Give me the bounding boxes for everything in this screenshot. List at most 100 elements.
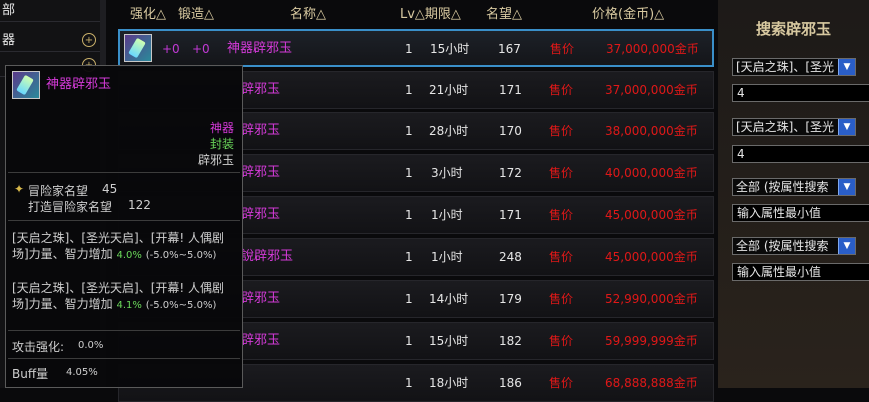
price-label: 售价 xyxy=(549,376,574,390)
item-reputation: 172 xyxy=(499,166,522,180)
option-select-2[interactable]: [天启之珠]、[圣光 ▼ xyxy=(732,118,856,136)
item-price: 45,000,000金币 xyxy=(605,208,698,222)
item-level: 1 xyxy=(405,124,413,138)
item-reputation: 179 xyxy=(499,292,522,306)
item-level: 1 xyxy=(405,334,413,348)
header-price[interactable]: 价格(金币)△ xyxy=(592,4,664,26)
item-level: 1 xyxy=(405,250,413,264)
jade-item-icon xyxy=(124,34,152,62)
option-select-value: [天启之珠]、[圣光 xyxy=(736,60,835,74)
item-price: 38,000,000金币 xyxy=(605,124,698,138)
item-name: 辟邪玉 xyxy=(241,165,281,180)
tooltip-item-type: 辟邪玉 xyxy=(197,153,234,167)
header-enhance[interactable]: 强化△ xyxy=(130,4,166,26)
item-name: 辟邪玉 xyxy=(241,123,281,138)
tooltip-forge-reputation-value: 122 xyxy=(128,198,151,212)
price-label: 售价 xyxy=(549,208,574,222)
tooltip-effect-1: [天启之珠]、[圣光天启]、[开幕! 人偶剧场]力量、智力增加 4.0% (-5… xyxy=(12,230,238,264)
zoom-in-icon[interactable]: + xyxy=(82,33,96,47)
chevron-down-icon[interactable]: ▼ xyxy=(838,59,855,75)
item-name: 辟邪玉 xyxy=(241,82,281,97)
price-label: 售价 xyxy=(549,124,574,138)
table-row[interactable]: +0 +0 神器辟邪玉 1 15小时 167 售价 37,000,000金币 xyxy=(118,29,714,67)
table-header: 强化△ 锻造△ 名称△ Lv△期限△ 名望△ 价格(金币)△ xyxy=(118,4,718,26)
tooltip-item-name: 神器辟邪玉 xyxy=(46,77,112,92)
item-level: 1 xyxy=(405,83,413,97)
item-price: 68,888,888金币 xyxy=(605,376,698,390)
tooltip-reputation-value: 45 xyxy=(102,182,118,196)
effect-range: (-5.0%~5.0%) xyxy=(145,250,217,261)
price-label: 售价 xyxy=(550,42,575,56)
buff-label: Buff量 xyxy=(12,367,49,381)
header-reputation[interactable]: 名望△ xyxy=(486,4,522,26)
enhance-value: +0 xyxy=(162,42,180,56)
item-price: 37,000,000金币 xyxy=(605,83,698,97)
item-period: 15小时 xyxy=(429,334,469,348)
item-period: 1小时 xyxy=(431,250,463,264)
tooltip-divider xyxy=(8,330,240,331)
attribute-select-1[interactable]: 全部 (按属性搜索 ▼ xyxy=(732,178,856,196)
item-period: 3小时 xyxy=(431,166,463,180)
item-period: 14小时 xyxy=(429,292,469,306)
item-name: 辟邪玉 xyxy=(241,333,281,348)
item-price: 59,999,999金币 xyxy=(605,334,698,348)
category-item-label: 部 xyxy=(2,3,16,18)
effect-percent: 4.1% xyxy=(116,300,142,311)
header-forge[interactable]: 锻造△ xyxy=(178,4,214,26)
tooltip-rarity: 神器 xyxy=(209,121,234,135)
option-select-1[interactable]: [天启之珠]、[圣光 ▼ xyxy=(732,58,856,76)
tooltip-divider xyxy=(8,220,240,221)
item-reputation: 182 xyxy=(499,334,522,348)
price-label: 售价 xyxy=(549,334,574,348)
item-reputation: 170 xyxy=(499,124,522,138)
jade-item-icon xyxy=(12,71,40,99)
chevron-down-icon[interactable]: ▼ xyxy=(838,238,855,254)
tooltip-effect-2: [天启之珠]、[圣光天启]、[开幕! 人偶剧场]力量、智力增加 4.1% (-5… xyxy=(12,280,238,314)
category-item-label: 器 xyxy=(2,33,16,48)
item-level: 1 xyxy=(405,376,413,390)
buff-value: 4.05% xyxy=(66,367,98,378)
option-select-value: [天启之珠]、[圣光 xyxy=(736,120,835,134)
attribute-select-value: 全部 (按属性搜索 xyxy=(736,180,829,194)
category-item[interactable]: 部 xyxy=(0,0,100,22)
chevron-down-icon[interactable]: ▼ xyxy=(838,119,855,135)
tooltip-reputation-label: 冒险家名望 xyxy=(28,184,89,198)
item-reputation: 167 xyxy=(498,42,521,56)
item-period: 28小时 xyxy=(429,124,469,138)
effect-percent: 4.0% xyxy=(116,250,142,261)
item-period: 15小时 xyxy=(430,42,470,56)
item-reputation: 171 xyxy=(499,208,522,222)
reputation-star-icon: ✦ xyxy=(14,182,25,196)
price-label: 售价 xyxy=(549,166,574,180)
attack-enhance-label: 攻击强化: xyxy=(12,340,65,354)
item-level: 1 xyxy=(405,166,413,180)
item-period: 18小时 xyxy=(429,376,469,390)
header-level-period[interactable]: Lv△期限△ xyxy=(400,4,461,26)
item-tooltip: 神器辟邪玉 神器 封装 辟邪玉 ✦ 冒险家名望 45 打造冒险家名望 122 [… xyxy=(5,65,243,388)
search-panel-title: 搜索辟邪玉 xyxy=(755,20,831,38)
chevron-down-icon[interactable]: ▼ xyxy=(838,179,855,195)
min-value-input-1[interactable]: 4 xyxy=(732,84,869,102)
item-name: 說辟邪玉 xyxy=(241,249,294,264)
tooltip-seal-status: 封装 xyxy=(209,137,234,151)
attribute-select-2[interactable]: 全部 (按属性搜索 ▼ xyxy=(732,237,856,255)
item-name: 神器辟邪玉 xyxy=(227,41,293,56)
price-label: 售价 xyxy=(549,292,574,306)
min-value-input-2[interactable]: 4 xyxy=(732,145,869,163)
item-level: 1 xyxy=(405,292,413,306)
item-reputation: 248 xyxy=(499,250,522,264)
item-name: 辟邪玉 xyxy=(241,291,281,306)
forge-value: +0 xyxy=(192,42,210,56)
attribute-min-input-2[interactable]: 输入属性最小值 xyxy=(732,263,869,281)
attribute-select-value: 全部 (按属性搜索 xyxy=(736,239,829,253)
price-label: 售价 xyxy=(549,83,574,97)
item-level: 1 xyxy=(405,42,413,56)
search-panel: 搜索辟邪玉 [天启之珠]、[圣光 ▼ 4 [天启之珠]、[圣光 ▼ 4 全部 (… xyxy=(718,0,869,388)
item-reputation: 171 xyxy=(499,83,522,97)
header-name[interactable]: 名称△ xyxy=(290,4,326,26)
item-price: 40,000,000金币 xyxy=(605,166,698,180)
attribute-min-input-1[interactable]: 输入属性最小值 xyxy=(732,204,869,222)
item-level: 1 xyxy=(405,208,413,222)
category-item[interactable]: 器 + xyxy=(0,30,100,52)
price-label: 售价 xyxy=(549,250,574,264)
